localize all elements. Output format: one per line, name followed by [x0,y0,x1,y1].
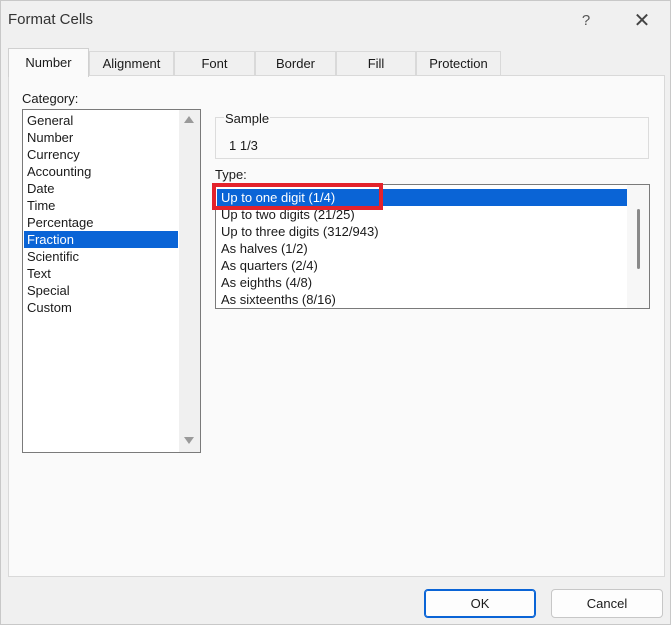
category-item-fraction[interactable]: Fraction [24,231,178,248]
tab-number[interactable]: Number [8,48,89,77]
category-item-custom[interactable]: Custom [24,299,178,316]
category-item-percentage[interactable]: Percentage [24,214,178,231]
close-icon[interactable]: ✕ [628,7,656,35]
type-item-eighths[interactable]: As eighths (4/8) [217,274,627,291]
tab-font[interactable]: Font [174,51,255,76]
category-item-accounting[interactable]: Accounting [24,163,178,180]
tab-fill[interactable]: Fill [336,51,416,76]
scroll-thumb[interactable] [637,209,640,269]
dialog-title: Format Cells [8,11,94,28]
category-item-number[interactable]: Number [24,129,178,146]
tab-border[interactable]: Border [255,51,336,76]
annotation-highlight-box [212,183,383,210]
format-cells-dialog: Format Cells ? ✕ Number Alignment Font B… [0,0,671,625]
category-label: Category: [22,91,79,106]
scroll-up-icon[interactable] [184,116,194,123]
ok-button[interactable]: OK [424,589,536,618]
tab-alignment[interactable]: Alignment [89,51,174,76]
sample-value: 1 1/3 [229,138,258,153]
category-item-currency[interactable]: Currency [24,146,178,163]
help-icon[interactable]: ? [572,7,600,35]
title-bar: Format Cells ? ✕ [1,1,670,41]
category-item-scientific[interactable]: Scientific [24,248,178,265]
cancel-button[interactable]: Cancel [551,589,663,618]
category-scrollbar[interactable] [179,110,200,452]
type-item-three-digits[interactable]: Up to three digits (312/943) [217,223,627,240]
type-scrollbar[interactable] [627,185,649,308]
sample-label: Sample [224,111,271,126]
tab-protection[interactable]: Protection [416,51,501,76]
category-item-date[interactable]: Date [24,180,178,197]
category-listbox[interactable]: General Number Currency Accounting Date … [22,109,201,453]
type-item-halves[interactable]: As halves (1/2) [217,240,627,257]
type-item-sixteenths[interactable]: As sixteenths (8/16) [217,291,627,308]
category-item-text[interactable]: Text [24,265,178,282]
category-item-special[interactable]: Special [24,282,178,299]
type-label: Type: [215,167,247,182]
scroll-down-icon[interactable] [184,437,194,444]
category-item-time[interactable]: Time [24,197,178,214]
sample-group: 1 1/3 [215,117,649,159]
type-item-quarters[interactable]: As quarters (2/4) [217,257,627,274]
category-item-general[interactable]: General [24,112,178,129]
